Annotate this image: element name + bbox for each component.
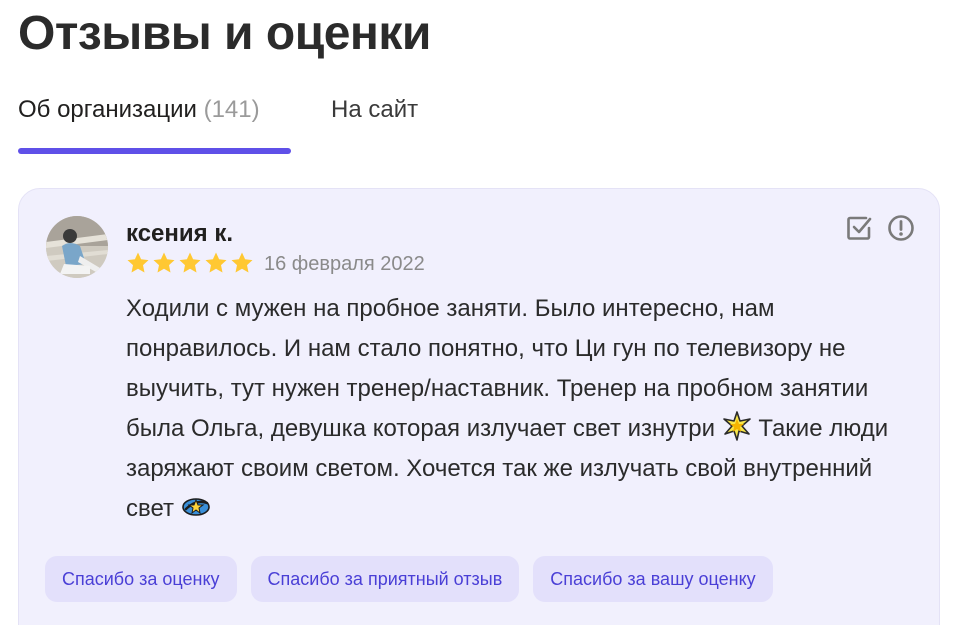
review-author[interactable]: ксения к.	[126, 219, 233, 249]
active-tab-indicator	[18, 148, 291, 154]
star-icon	[231, 252, 253, 273]
alert-circle-icon[interactable]	[887, 214, 915, 242]
reaction-buttons: Спасибо за оценку Спасибо за приятный от…	[45, 556, 773, 602]
sparkle-star-icon	[722, 411, 751, 441]
star-icon	[153, 252, 175, 273]
reaction-button-thanks-nice-review[interactable]: Спасибо за приятный отзыв	[250, 556, 520, 602]
tab-about-organization[interactable]: Об организации (141)	[18, 92, 260, 128]
tab-on-site[interactable]: На сайт	[331, 92, 418, 128]
tab-bar: Об организации (141) На сайт	[18, 92, 918, 156]
reaction-button-thanks-your-rating[interactable]: Спасибо за вашу оценку	[533, 556, 773, 602]
review-card: ксения к. 16 февраля 2022 Ходили с мужен…	[18, 188, 940, 625]
avatar[interactable]	[46, 216, 108, 278]
review-actions	[845, 214, 915, 242]
star-icon	[127, 252, 149, 273]
tab-on-site-label: На сайт	[331, 96, 419, 123]
check-square-icon[interactable]	[845, 214, 873, 242]
reviews-count: (141)	[203, 96, 260, 123]
star-icon	[205, 252, 227, 273]
reviews-page: Отзывы и оценки Об организации (141) На …	[0, 0, 960, 625]
review-text: Ходили с мужен на пробное заняти. Было и…	[126, 289, 916, 529]
star-icon	[179, 252, 201, 273]
tab-about-organization-label: Об организации	[18, 96, 197, 123]
reaction-button-thanks-rating[interactable]: Спасибо за оценку	[45, 556, 237, 602]
shooting-star-icon	[181, 498, 210, 516]
rating-stars	[126, 251, 254, 277]
review-date: 16 февраля 2022	[264, 253, 425, 275]
page-title: Отзывы и оценки	[18, 7, 431, 60]
